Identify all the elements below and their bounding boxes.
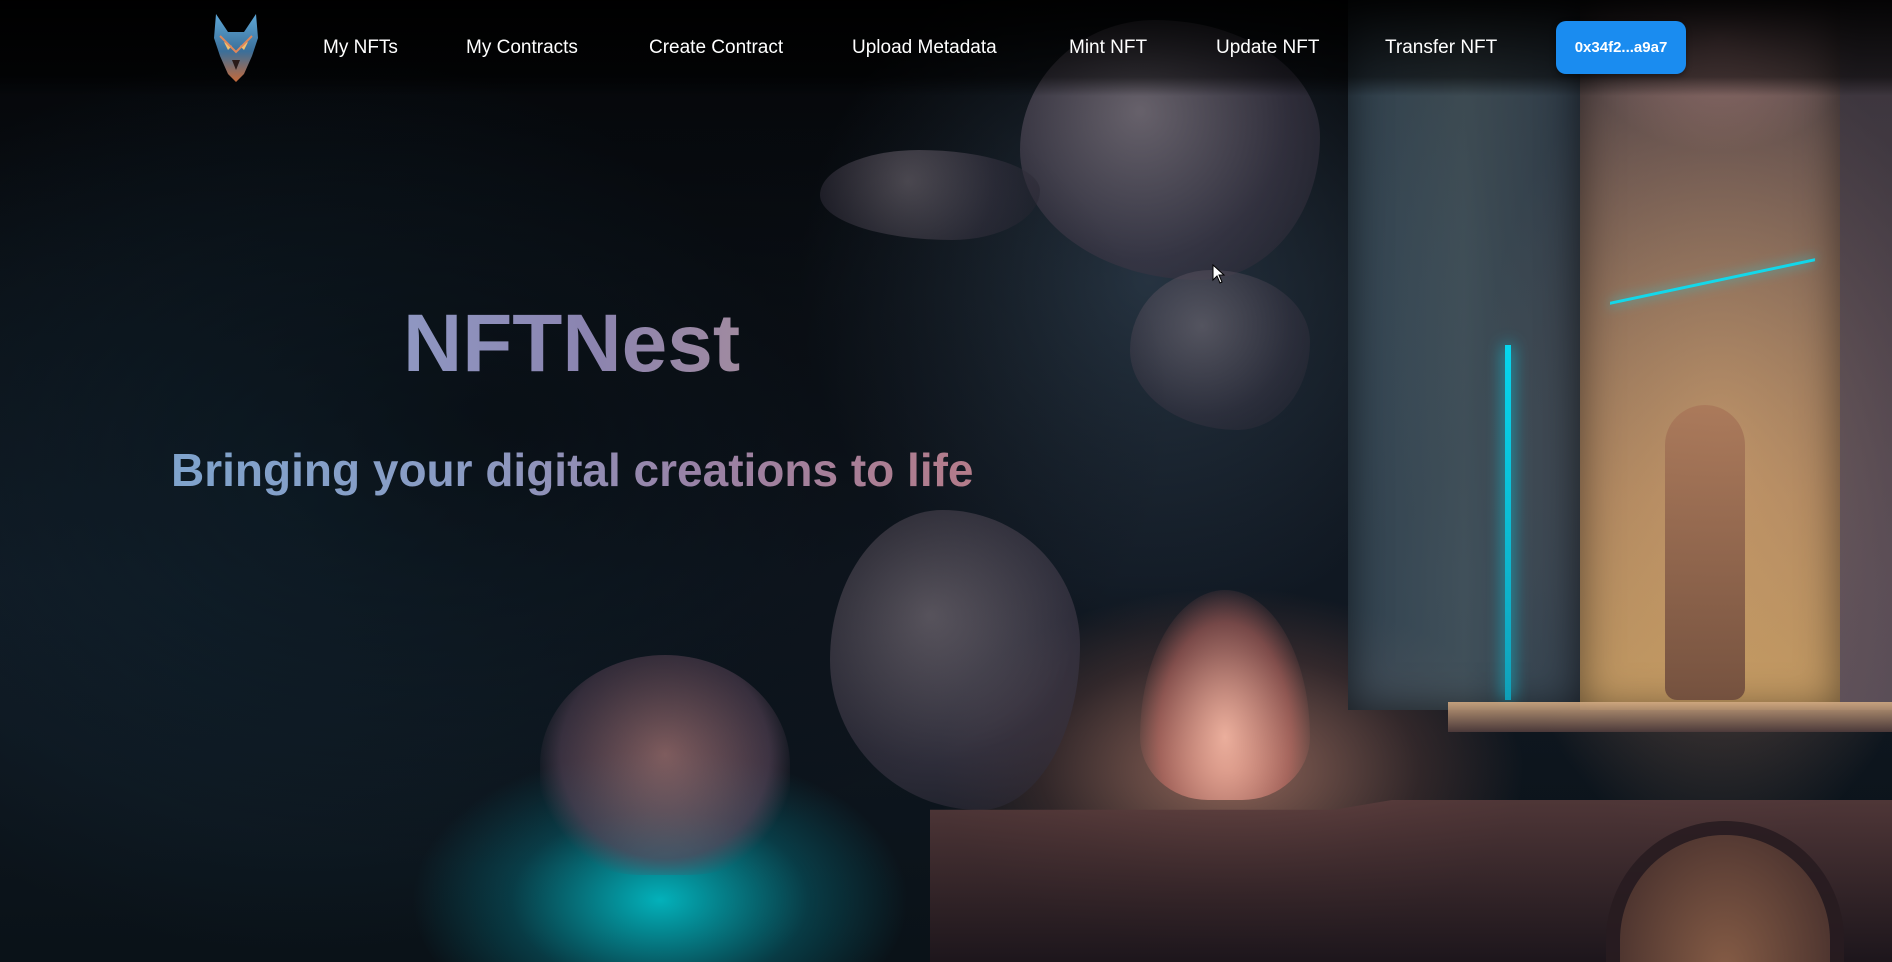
hero-subtitle: Bringing your digital creations to life — [171, 444, 974, 496]
hero-title: NFTNest — [403, 296, 740, 392]
mouse-pointer-icon — [1212, 263, 1226, 284]
nav-upload-metadata[interactable]: Upload Metadata — [852, 36, 997, 60]
nav-my-contracts[interactable]: My Contracts — [466, 36, 578, 60]
wolf-icon[interactable] — [210, 12, 262, 84]
nav-update-nft[interactable]: Update NFT — [1216, 36, 1319, 60]
nav-my-nfts[interactable]: My NFTs — [323, 36, 398, 60]
top-navbar: My NFTs My Contracts Create Contract Upl… — [0, 0, 1892, 96]
page: My NFTs My Contracts Create Contract Upl… — [0, 0, 1892, 962]
nav-transfer-nft[interactable]: Transfer NFT — [1385, 36, 1497, 60]
nav-mint-nft[interactable]: Mint NFT — [1069, 36, 1147, 60]
nav-create-contract[interactable]: Create Contract — [649, 36, 783, 60]
wallet-address-button[interactable]: 0x34f2...a9a7 — [1556, 21, 1686, 74]
